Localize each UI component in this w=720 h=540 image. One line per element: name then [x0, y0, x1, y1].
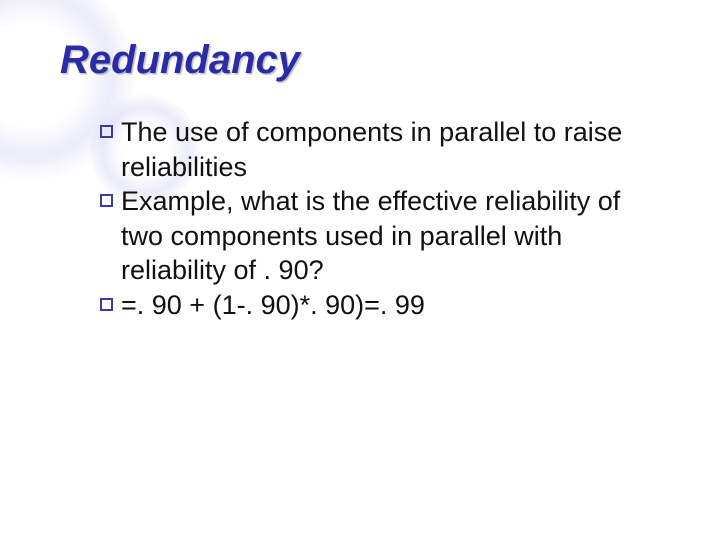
- bullet-item: =. 90 + (1-. 90)*. 90)=. 99: [100, 288, 650, 323]
- bullet-square-icon: [100, 194, 113, 207]
- slide: Redundancy The use of components in para…: [0, 0, 720, 540]
- slide-title: Redundancy: [60, 38, 660, 83]
- bullet-text: The use of components in parallel to rai…: [121, 115, 650, 184]
- bullet-item: The use of components in parallel to rai…: [100, 115, 650, 184]
- bullet-text: Example, what is the effective reliabili…: [121, 184, 650, 288]
- bullet-item: Example, what is the effective reliabili…: [100, 184, 650, 288]
- bullet-square-icon: [100, 298, 113, 311]
- bullet-text: =. 90 + (1-. 90)*. 90)=. 99: [121, 288, 650, 323]
- bullet-square-icon: [100, 125, 113, 138]
- slide-content: The use of components in parallel to rai…: [100, 115, 650, 322]
